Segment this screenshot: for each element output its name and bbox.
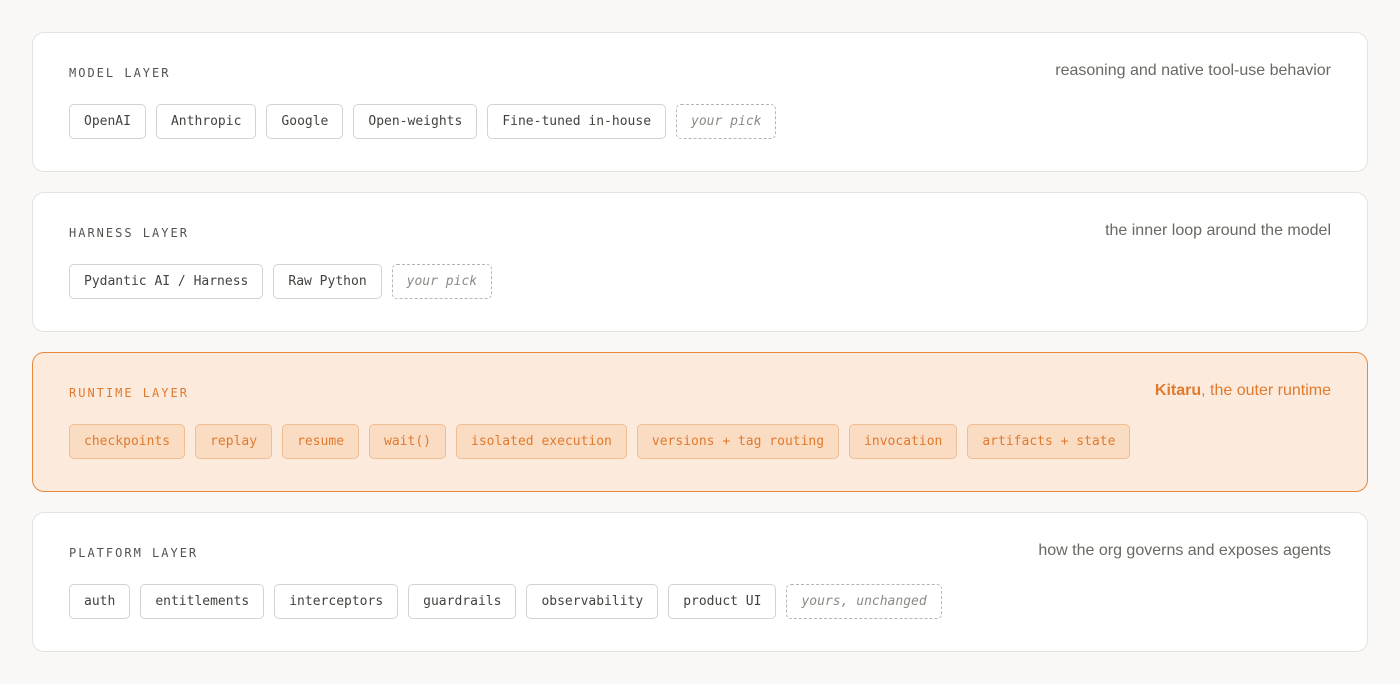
runtime-description-rest: , the outer runtime	[1201, 382, 1331, 399]
runtime-layer-title: RUNTIME LAYER	[69, 386, 189, 400]
runtime-layer-description: Kitaru, the outer runtime	[1155, 382, 1331, 400]
platform-layer-card: PLATFORM LAYER how the org governs and e…	[32, 512, 1368, 652]
runtime-chip-resume: resume	[282, 424, 360, 459]
harness-chip-pydantic-ai: Pydantic AI / Harness	[69, 264, 264, 299]
runtime-chip-checkpoints: checkpoints	[69, 424, 186, 459]
platform-layer-description: how the org governs and exposes agents	[1038, 542, 1331, 559]
model-chip-fine-tuned: Fine-tuned in-house	[487, 104, 667, 139]
platform-chip-yours-unchanged: yours, unchanged	[786, 584, 942, 619]
model-layer-description: reasoning and native tool-use behavior	[1055, 62, 1331, 79]
runtime-chip-wait: wait()	[369, 424, 446, 459]
runtime-layer-chips: checkpoints replay resume wait() isolate…	[69, 424, 1131, 459]
platform-chip-product-ui: product UI	[668, 584, 777, 619]
model-chip-openai: OpenAI	[69, 104, 146, 139]
harness-chip-raw-python: Raw Python	[273, 264, 382, 299]
platform-layer-title: PLATFORM LAYER	[69, 546, 199, 560]
platform-chip-observability: observability	[526, 584, 659, 619]
model-chip-google: Google	[266, 104, 344, 139]
runtime-chip-replay: replay	[195, 424, 273, 459]
harness-layer-chips: Pydantic AI / Harness Raw Python your pi…	[69, 264, 493, 299]
harness-layer-card: HARNESS LAYER the inner loop around the …	[32, 192, 1368, 332]
runtime-chip-artifacts-state: artifacts + state	[967, 424, 1131, 459]
harness-layer-title: HARNESS LAYER	[69, 226, 189, 240]
model-layer-chips: OpenAI Anthropic Google Open-weights Fin…	[69, 104, 777, 139]
platform-chip-entitlements: entitlements	[140, 584, 265, 619]
platform-chip-guardrails: guardrails	[408, 584, 517, 619]
harness-chip-your-pick: your pick	[391, 264, 493, 299]
model-layer-card: MODEL LAYER reasoning and native tool-us…	[32, 32, 1368, 172]
runtime-chip-versions-tag-routing: versions + tag routing	[636, 424, 840, 459]
platform-chip-auth: auth	[69, 584, 131, 619]
model-layer-title: MODEL LAYER	[69, 66, 171, 80]
harness-layer-description: the inner loop around the model	[1105, 222, 1331, 239]
model-chip-anthropic: Anthropic	[155, 104, 257, 139]
platform-layer-chips: auth entitlements interceptors guardrail…	[69, 584, 942, 619]
runtime-chip-invocation: invocation	[849, 424, 958, 459]
runtime-layer-card: RUNTIME LAYER Kitaru, the outer runtime …	[32, 352, 1368, 492]
runtime-brand-name: Kitaru	[1154, 382, 1202, 399]
model-chip-open-weights: Open-weights	[353, 104, 478, 139]
runtime-chip-isolated-execution: isolated execution	[456, 424, 627, 459]
model-chip-your-pick: your pick	[676, 104, 777, 139]
layer-stack-diagram: MODEL LAYER reasoning and native tool-us…	[0, 0, 1400, 684]
platform-chip-interceptors: interceptors	[274, 584, 399, 619]
